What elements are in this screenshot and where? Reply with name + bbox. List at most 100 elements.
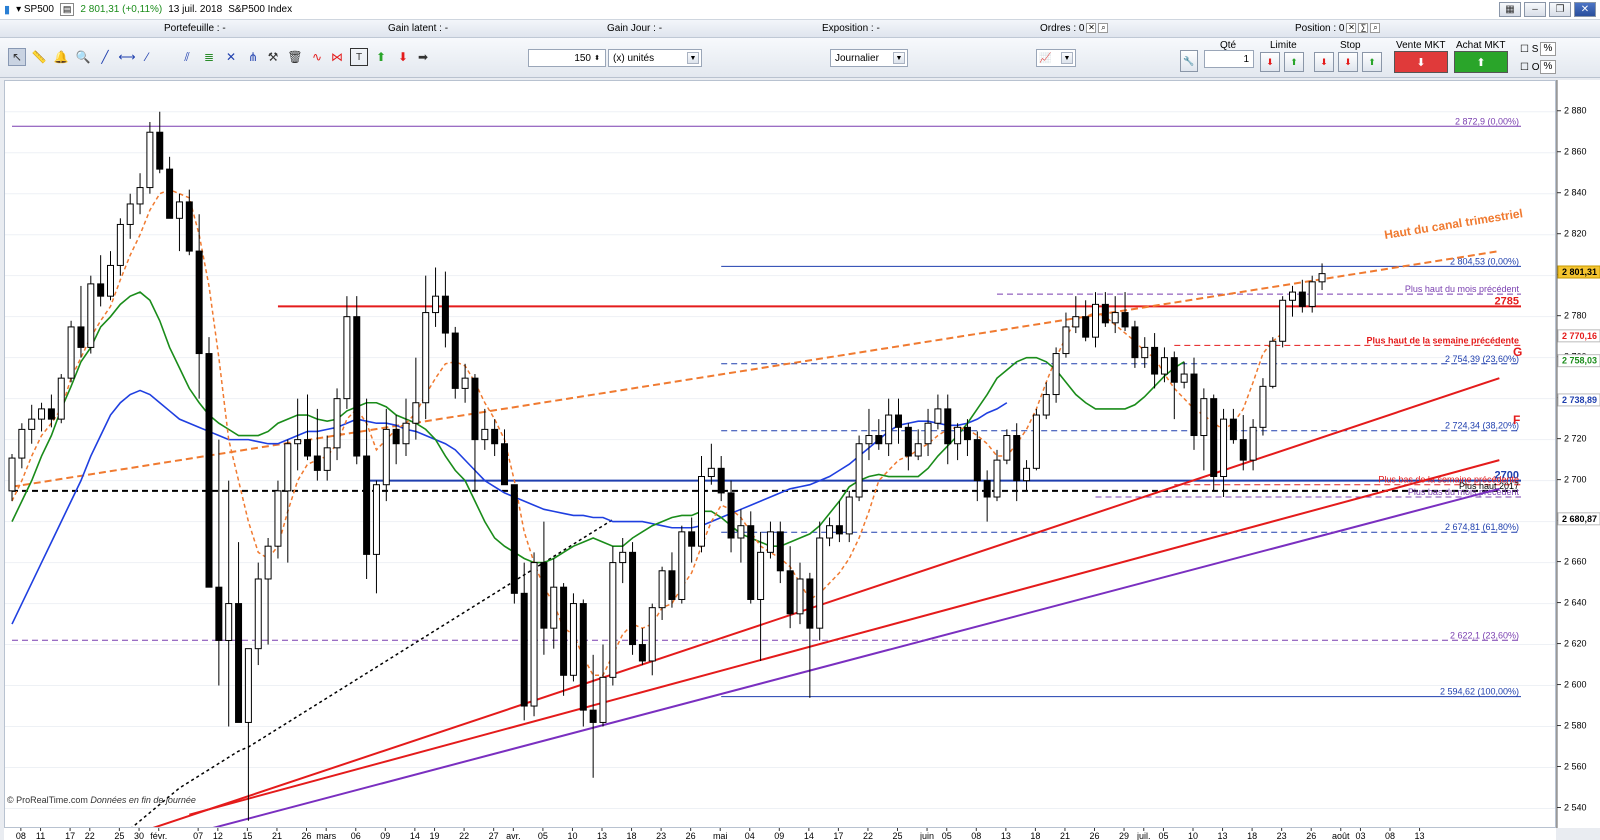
- stop-trail-button[interactable]: ⬇: [1338, 52, 1358, 72]
- candle-body: [638, 644, 646, 662]
- candle-body: [166, 168, 174, 219]
- pattern-icon[interactable]: ⋈: [328, 48, 346, 66]
- price-tag-label: 2 758,03: [1562, 356, 1597, 366]
- text-tool-icon[interactable]: T: [350, 48, 368, 66]
- candle-body: [294, 439, 302, 445]
- buy-mkt-label: Achat MKT: [1456, 40, 1506, 51]
- ordres-search-icon[interactable]: ⌕: [1098, 23, 1109, 34]
- position-search-icon[interactable]: ⌕: [1370, 23, 1381, 34]
- candle-body: [727, 492, 735, 539]
- x-tick-label: 17: [833, 831, 843, 840]
- y-tick-label: 2 820: [1564, 229, 1587, 239]
- candle-body: [1160, 357, 1168, 375]
- zoom-icon[interactable]: 🔍: [74, 48, 92, 66]
- layout-icon[interactable]: ▦: [1499, 2, 1521, 17]
- price-axis[interactable]: 2 540 2 560 2 580 2 600 2 620 2 640 2 660 2 680…: [1556, 80, 1600, 828]
- candle-body: [323, 447, 331, 471]
- symbol-dropdown[interactable]: ▾ SP500: [16, 4, 54, 15]
- buy-arrow-icon[interactable]: ⬆: [372, 48, 390, 66]
- close-icon[interactable]: ✕: [1574, 2, 1596, 17]
- candle-body: [235, 603, 243, 723]
- trash-icon[interactable]: 🗑: [286, 48, 304, 66]
- candle-body: [441, 295, 449, 334]
- candle-body: [1200, 398, 1208, 437]
- candle-body: [1052, 353, 1060, 396]
- candle-body: [481, 428, 489, 441]
- x-tick-label: févr.: [150, 831, 167, 840]
- x-tick-label: 05: [1158, 831, 1168, 840]
- x-tick-label: 15: [242, 831, 252, 840]
- candle-body: [491, 428, 499, 445]
- candle-body: [668, 570, 676, 600]
- candle-body: [786, 570, 794, 615]
- y-tick-label: 2 700: [1564, 475, 1587, 485]
- cursor-icon[interactable]: ↖: [8, 48, 26, 66]
- chart-icon: ▮: [4, 4, 11, 16]
- wrench-icon[interactable]: 🔧: [1180, 50, 1198, 72]
- candle-body: [1131, 326, 1139, 359]
- ray-icon[interactable]: ⁄: [138, 48, 156, 66]
- chevron-down-icon[interactable]: ▼: [1061, 52, 1073, 64]
- buy-market-button[interactable]: ⬆: [1454, 51, 1508, 73]
- time-axis[interactable]: 08 11 17 22 25 30 févr. 07 12 15 21 26 mars 06 09 14 19 2…: [4, 828, 1556, 840]
- window-controls: ▦ – ❐ ✕: [1499, 2, 1596, 17]
- limit-sell-button[interactable]: ⬇: [1260, 52, 1280, 72]
- sell-market-button[interactable]: ⬇: [1394, 51, 1448, 73]
- x-tick-label: 12: [213, 831, 223, 840]
- candle-body: [1032, 414, 1040, 469]
- candle-body: [698, 476, 705, 547]
- wave-icon[interactable]: ∿: [308, 48, 326, 66]
- restore-icon[interactable]: ❐: [1549, 2, 1571, 17]
- magnet-icon[interactable]: ⚒: [264, 48, 282, 66]
- x-tick-label: 18: [1247, 831, 1257, 840]
- candle-body: [619, 551, 627, 564]
- right-arrow-icon[interactable]: ➡: [414, 48, 432, 66]
- alert-bell-icon[interactable]: 🔔: [52, 48, 70, 66]
- pitchfork-icon[interactable]: ⋔: [244, 48, 262, 66]
- candle-body: [116, 223, 124, 266]
- candle-body: [28, 418, 36, 430]
- horizontal-line-icon[interactable]: ⟷: [118, 48, 136, 66]
- limit-buy-button[interactable]: ⬆: [1284, 52, 1304, 72]
- o-percent-toggle[interactable]: %: [1540, 60, 1556, 74]
- gain-jour-info: Gain Jour : -: [607, 23, 663, 34]
- stop-sell-button[interactable]: ⬇: [1314, 52, 1334, 72]
- candle-body: [826, 525, 834, 539]
- spinner-icon[interactable]: ⬍: [591, 52, 603, 64]
- channel-icon[interactable]: ⫽: [178, 48, 196, 66]
- x-tick-label: 22: [459, 831, 469, 840]
- x-tick-label: 13: [1415, 831, 1425, 840]
- line-icon[interactable]: ╱: [96, 48, 114, 66]
- position-sum-icon[interactable]: ∑: [1358, 23, 1369, 34]
- sell-arrow-icon[interactable]: ⬇: [394, 48, 412, 66]
- footer-note: Données en fin de journée: [90, 795, 196, 805]
- fibonacci-icon[interactable]: ≣: [200, 48, 218, 66]
- position-close-icon[interactable]: ✕: [1346, 23, 1357, 34]
- minimize-icon[interactable]: –: [1524, 2, 1546, 17]
- chevron-down-icon[interactable]: ▼: [687, 52, 699, 64]
- fan-icon[interactable]: ✕: [222, 48, 240, 66]
- symbol-label: SP500: [23, 4, 54, 15]
- ordres-info[interactable]: Ordres : 0 ✕ ⌕: [1040, 23, 1109, 34]
- units-quantity-input[interactable]: 150 ⬍: [528, 49, 606, 67]
- info-icon[interactable]: ▤: [59, 3, 75, 16]
- indicators-menu[interactable]: 📈 ▼: [1036, 49, 1076, 67]
- o-option[interactable]: ☐ O: [1520, 62, 1540, 73]
- candle-body: [1170, 357, 1178, 383]
- candle-body: [963, 426, 971, 441]
- ruler-icon[interactable]: 📏: [30, 48, 48, 66]
- price-chart[interactable]: 2 872,9 (0,00%) 2 804,53 (0,00%) Plus haut…: [4, 80, 1556, 828]
- s-option[interactable]: ☐ S: [1520, 44, 1538, 55]
- ordres-close-icon[interactable]: ✕: [1086, 23, 1097, 34]
- candle-body: [1092, 303, 1099, 338]
- period-select[interactable]: Journalier ▼: [830, 49, 908, 67]
- s-percent-toggle[interactable]: %: [1540, 42, 1556, 56]
- position-info[interactable]: Position : 0 ✕ ∑ ⌕: [1295, 23, 1381, 34]
- chevron-down-icon[interactable]: ▼: [893, 52, 905, 64]
- stop-buy-button[interactable]: ⬆: [1362, 52, 1382, 72]
- candle-body: [1062, 326, 1070, 355]
- candle-body: [313, 455, 321, 471]
- chart-footer: © ProRealTime.com Données en fin de jour…: [7, 795, 196, 805]
- units-select[interactable]: (x) unités ▼: [608, 49, 702, 67]
- qte-input[interactable]: 1: [1204, 50, 1254, 68]
